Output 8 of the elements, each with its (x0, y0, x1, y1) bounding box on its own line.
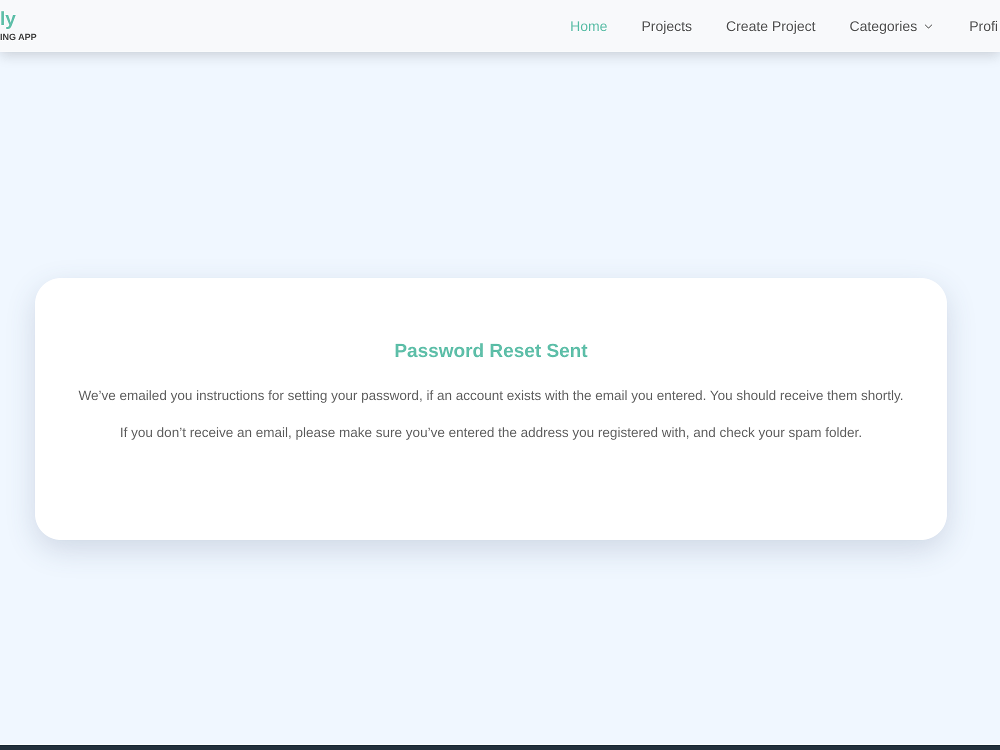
nav-link[interactable]: Projects (641, 16, 692, 36)
nav-link[interactable]: Create Project (726, 16, 816, 36)
card-title: Password Reset Sent (394, 340, 588, 364)
message-text: If you don’t receive an email, please make sure you’ve entered the address you registered with, and check your spam folder. (120, 424, 862, 442)
brand-tagline: ING APP (0, 33, 37, 42)
nav-link[interactable]: Profi (969, 16, 998, 36)
message-text: We’ve emailed you instructions for setting your password, if an account exists with the email you entered. You should receive them shortly. (78, 387, 904, 405)
nav-link[interactable]: Categories (850, 16, 936, 36)
